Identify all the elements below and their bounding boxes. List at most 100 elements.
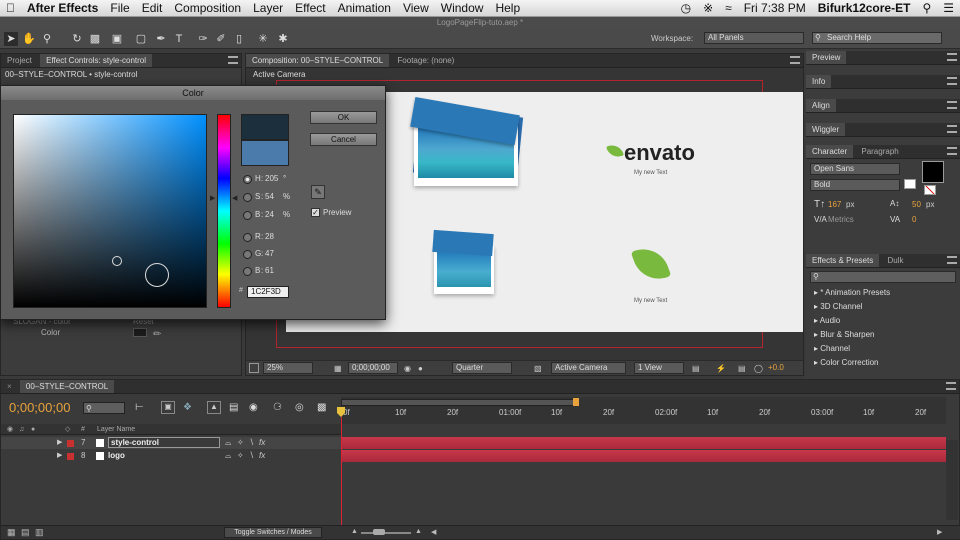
panel-menu-icon[interactable] (228, 56, 238, 64)
tab-wiggler[interactable]: Wiggler (806, 123, 846, 136)
grid-icon[interactable] (249, 363, 259, 373)
current-color-swatch[interactable] (241, 140, 289, 166)
tab-project[interactable]: Project (1, 54, 38, 67)
menu-animation[interactable]: Animation (332, 1, 397, 15)
hide-shy-icon[interactable]: ❖ (183, 402, 192, 413)
radio-g-4[interactable] (243, 250, 252, 259)
tab-footage[interactable]: Footage: (none) (391, 54, 460, 67)
tab-effects-presets[interactable]: Effects & Presets (806, 254, 880, 267)
eraser-tool-icon[interactable]: ▯ (232, 32, 246, 46)
leading-value[interactable]: 50 (912, 200, 921, 209)
layer-name[interactable]: logo (108, 450, 125, 462)
eyedropper-icon[interactable]: ✏ (153, 329, 161, 340)
font-size-value[interactable]: 167 (828, 200, 841, 209)
label-icon[interactable]: ◇ (65, 424, 70, 435)
font-family-select[interactable]: Open Sans (810, 163, 900, 175)
panel-menu-icon[interactable] (947, 147, 957, 155)
toggle-switches-modes-button[interactable]: Toggle Switches / Modes (224, 527, 322, 538)
quality-switch-icon[interactable]: ∖ (249, 437, 254, 449)
cancel-button[interactable]: Cancel (310, 133, 377, 146)
zoom-slider[interactable] (361, 532, 411, 534)
color-swatch[interactable] (133, 328, 147, 337)
auto-keyframe-icon[interactable]: ⚆ (273, 402, 282, 413)
transfer-controls-icon[interactable]: ▤ (21, 527, 30, 538)
menu-window[interactable]: Window (435, 1, 490, 15)
timecode-field[interactable]: 0;00;00;00 (348, 362, 398, 374)
tab-align[interactable]: Align (806, 99, 836, 112)
label-color-swatch[interactable] (67, 453, 74, 460)
field-value-5[interactable]: 61 (265, 266, 274, 275)
effects-category-item[interactable]: ▸ * Animation Presets (806, 286, 960, 300)
collapse-switch-icon[interactable]: ✧ (237, 437, 244, 449)
menu-edit[interactable]: Edit (136, 1, 169, 15)
comp-mini-flowchart-icon[interactable]: ⊢ (135, 402, 144, 413)
eye-icon[interactable]: ◉ (7, 424, 13, 435)
kerning-select[interactable]: Metrics (828, 215, 854, 224)
brainstorm-icon[interactable]: ◉ (249, 402, 258, 413)
timeline-icon[interactable]: ▤ (738, 364, 746, 373)
menu-file[interactable]: File (104, 1, 135, 15)
zoom-out-icon[interactable]: ▲ (351, 528, 358, 535)
ok-button[interactable]: OK (310, 111, 377, 124)
color-cursor[interactable] (112, 256, 122, 266)
exposure-value[interactable]: +0.0 (768, 363, 784, 372)
tab-info[interactable]: Info (806, 75, 832, 88)
radio-s-1[interactable] (243, 193, 252, 202)
clock[interactable]: Fri 7:38 PM (738, 1, 812, 15)
preview-checkbox[interactable]: ✓ (311, 208, 320, 217)
playhead-line[interactable] (341, 417, 342, 539)
saturation-brightness-field[interactable] (13, 114, 207, 308)
effects-category-item[interactable]: ▸ Blur & Sharpen (806, 328, 960, 342)
shy-switch-icon[interactable]: ⌓ (225, 450, 231, 462)
views-select[interactable]: 1 View (634, 362, 684, 374)
roto-brush-icon[interactable]: ✳ (256, 32, 270, 46)
search-help-input[interactable]: Search Help (812, 32, 942, 44)
collapse-switch-icon[interactable]: ✧ (237, 450, 244, 462)
camera-tool-icon[interactable]: ▩ (88, 32, 102, 46)
timeline-scrollbar[interactable] (946, 440, 958, 520)
lock-icon[interactable]: ● (31, 424, 35, 435)
quality-switch-icon[interactable]: ∖ (249, 450, 254, 462)
tab-timeline[interactable]: 00–STYLE–CONTROL (19, 380, 115, 393)
workspace-select[interactable]: All Panels (704, 32, 804, 44)
puppet-tool-icon[interactable]: ✱ (276, 32, 290, 46)
timeline-layer-row[interactable]: ▶ 7 style-control ⌓ ✧ ∖ fx (1, 437, 341, 449)
brush-tool-icon[interactable]: ✑ (196, 32, 210, 46)
tracking-value[interactable]: 0 (912, 215, 916, 224)
type-tool-icon[interactable]: T (172, 32, 186, 46)
fill-color-swatch[interactable] (922, 161, 944, 183)
panel-menu-icon[interactable] (790, 56, 800, 64)
flowchart-icon[interactable]: ◯ (754, 364, 763, 373)
effects-category-item[interactable]: ▸ Audio (806, 314, 960, 328)
field-value-4[interactable]: 47 (265, 249, 274, 258)
layer-switches-icon[interactable]: ▦ (7, 527, 16, 538)
shy-switch-icon[interactable]: ⌓ (225, 437, 231, 449)
tab-composition[interactable]: Composition: 00–STYLE–CONTROL (246, 54, 390, 67)
fx-switch-icon[interactable]: fx (259, 450, 265, 462)
twirl-arrow-icon[interactable]: ▶ (57, 437, 62, 449)
spotlight-icon[interactable]: ⚲ (916, 1, 937, 15)
layer-duration-bar[interactable] (341, 437, 946, 449)
tab-preview[interactable]: Preview (806, 51, 847, 64)
tab-dulk[interactable]: Dulk (881, 254, 909, 267)
wifi-icon[interactable]: ≈ (719, 1, 738, 15)
channel-icon[interactable]: ● (418, 364, 423, 373)
layer-search-input[interactable]: ⚲ (83, 402, 125, 414)
font-style-select[interactable]: Bold (810, 179, 900, 191)
selection-tool-icon[interactable]: ➤ (4, 32, 18, 46)
radio-h-0[interactable] (243, 175, 252, 184)
time-ruler[interactable] (341, 397, 946, 424)
fast-preview-icon[interactable]: ⚡ (716, 364, 726, 373)
frame-blending-icon[interactable]: ▲ (207, 401, 221, 414)
user-name[interactable]: Bifurk12core-ET (812, 1, 917, 15)
field-value-2[interactable]: 24 (265, 210, 274, 219)
effects-category-item[interactable]: ▸ 3D Channel (806, 300, 960, 314)
menu-view[interactable]: View (397, 1, 435, 15)
menu-effect[interactable]: Effect (289, 1, 331, 15)
radio-r-3[interactable] (243, 233, 252, 242)
effects-search-input[interactable]: ⚲ (810, 271, 956, 283)
current-time-display[interactable]: 0;00;00;00 (9, 400, 70, 415)
region-icon[interactable]: ▦ (334, 364, 342, 373)
tab-character[interactable]: Character (806, 145, 854, 158)
motion-blur-icon[interactable]: ▤ (229, 402, 238, 413)
